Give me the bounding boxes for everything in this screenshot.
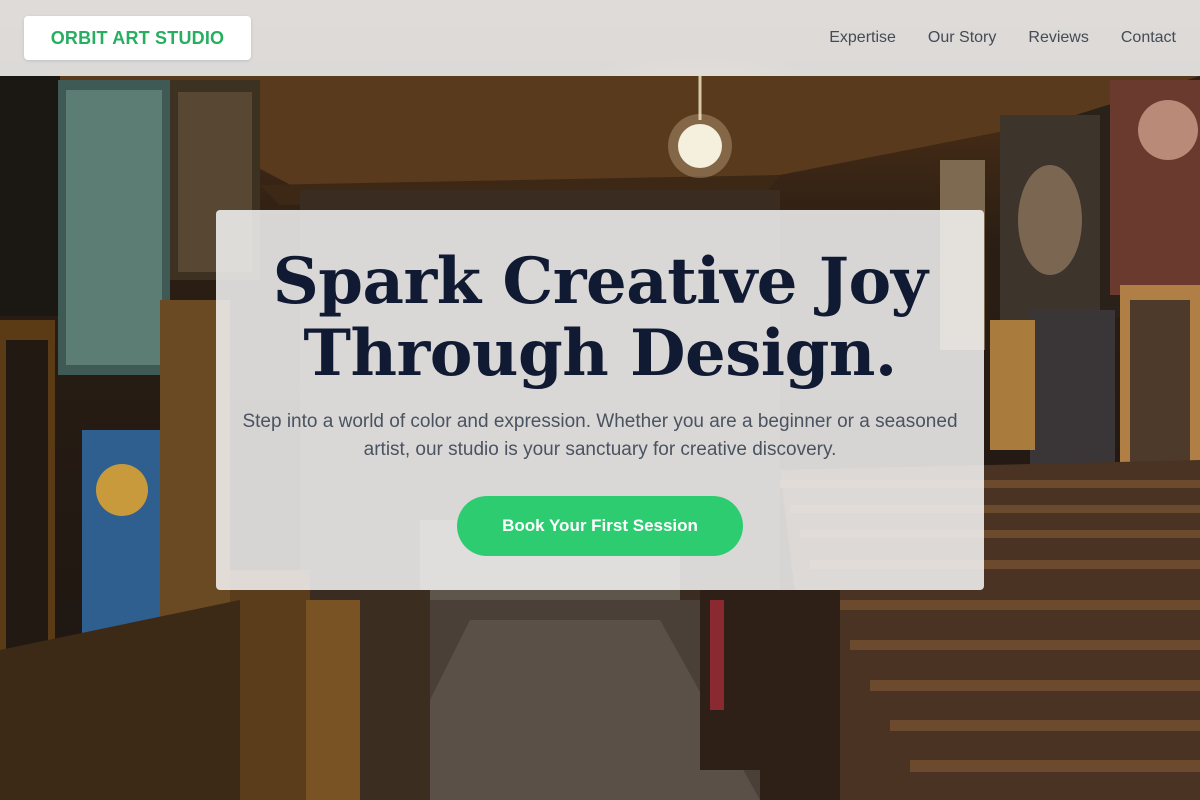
nav-link-our-story[interactable]: Our Story: [928, 29, 996, 47]
book-session-button[interactable]: Book Your First Session: [457, 496, 743, 556]
hero-title-line-1: Spark Creative Joy: [272, 244, 928, 319]
hero-title-line-2: Through Design.: [303, 316, 897, 391]
hero-card: Spark Creative Joy Through Design. Step …: [216, 210, 984, 590]
hero-title: Spark Creative Joy Through Design.: [250, 246, 950, 390]
nav-link-reviews[interactable]: Reviews: [1028, 29, 1088, 47]
logo-link[interactable]: ORBIT ART STUDIO: [24, 16, 251, 60]
site-header: ORBIT ART STUDIO Expertise Our Story Rev…: [0, 0, 1200, 76]
main-nav: Expertise Our Story Reviews Contact: [829, 29, 1176, 47]
nav-link-expertise[interactable]: Expertise: [829, 29, 896, 47]
hero-subtitle: Step into a world of color and expressio…: [242, 411, 958, 460]
nav-link-contact[interactable]: Contact: [1121, 29, 1176, 47]
